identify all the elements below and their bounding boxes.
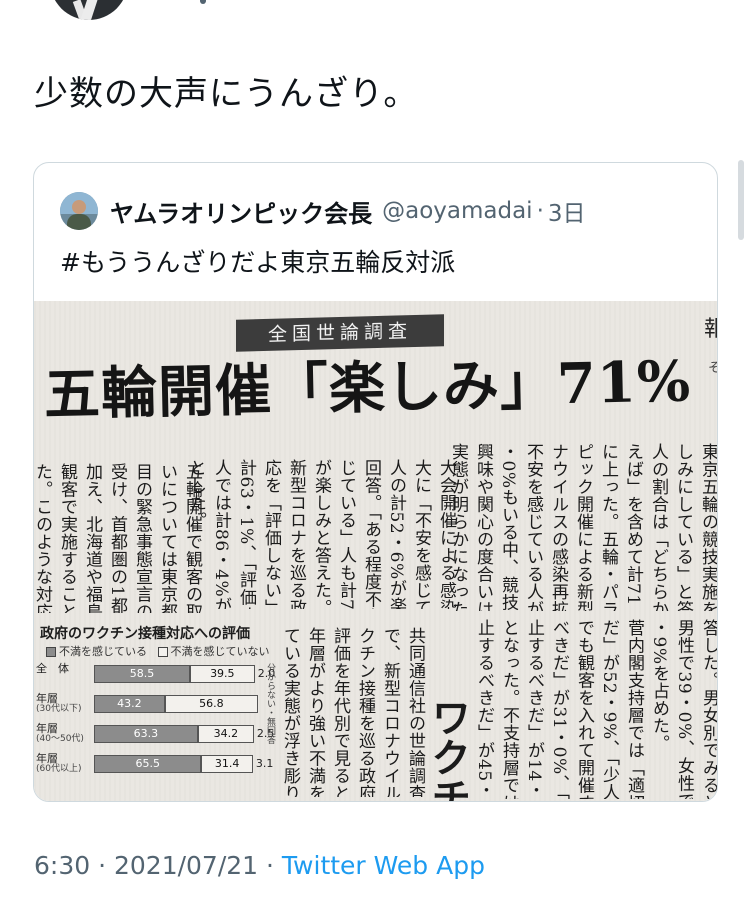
chart-row: 全 体 58.5 39.5 2.0 bbox=[34, 663, 284, 685]
bar-dissatisfied: 43.2 bbox=[94, 695, 165, 713]
article-columns-middle: 大会開催による感染再拡 大に「不安を感じている」 人の計52・6%が楽しみと 回答。「… bbox=[184, 459, 457, 609]
article-columns-bottom-right: 答した。男女別でみると、 男性で39・0%、女性で47 ・9%を占めた。 菅内閣支持層… bbox=[472, 619, 718, 799]
article-column-text: となった。不支持層では「中 bbox=[499, 619, 519, 799]
article-column-text: に上った。五輪・パラリン bbox=[598, 443, 618, 611]
newspaper-headline: 五輪開催「楽しみ」71% bbox=[43, 348, 692, 428]
article-column-text: 東京五輪の競技実施を「楽 bbox=[698, 443, 718, 611]
article-columns-right: 共同通信社の全国電話世論調査で、23日に開幕する東京五輪の競技実施を「楽しみにし… bbox=[446, 443, 718, 611]
bar-not-dissatisfied: 39.5 bbox=[189, 665, 255, 683]
quoted-tweet-header: ヤムラオリンピック会長 @aoyamadai · 3日 bbox=[60, 191, 586, 231]
chart-other-note: 分からない・無回答 bbox=[265, 663, 275, 744]
page-scroll-indicator bbox=[738, 160, 744, 240]
article-column-text: ナウイルスの感染再拡大に bbox=[548, 443, 568, 611]
article-column-text: が楽しみと答えた。 bbox=[311, 459, 331, 609]
article-column-text: えば」を含めて計71・0% bbox=[623, 443, 643, 611]
article-column-text: でも観客を入れて開催する bbox=[574, 619, 594, 799]
article-column-text: 止するべきだ」が14・9% bbox=[524, 619, 544, 799]
article-column-text: 人の計52・6%が楽しみと bbox=[386, 459, 406, 609]
bar-not-dissatisfied: 56.8 bbox=[164, 695, 258, 713]
chart-legend: 不満を感じている 不満を感じていない bbox=[46, 643, 270, 659]
metadata-separator: · bbox=[258, 851, 282, 880]
article-column-text: ・0%もいる中、競技への bbox=[498, 443, 518, 611]
chart-title: 政府のワクチン接種対応への評価 bbox=[40, 626, 250, 642]
article-column-text: 観客で実施することになっ bbox=[57, 463, 77, 613]
chart-row: 年層 (30代以下) 43.2 56.8 bbox=[34, 693, 284, 715]
article-column-text: 加え、北海道や福島県も無 bbox=[82, 463, 102, 613]
article-column-text: 興味や関心の度合いは高い bbox=[473, 443, 493, 611]
article-columns-left: 五輪開催で観客の取り扱 いについては東京都で4度 目の緊急事態宣言の発令を 受け、首都… bbox=[34, 463, 203, 613]
chart-row-label: 全 体 bbox=[36, 662, 69, 675]
tweet-text: 少数の大声にうんざり。 bbox=[34, 74, 419, 114]
avatar-collar bbox=[72, 0, 88, 20]
article-column-text: ピック開催による新型コロ bbox=[573, 443, 593, 611]
article-column-text: 受け、首都圏の1都3県に bbox=[107, 463, 127, 613]
legend-swatch-not-dissatisfied bbox=[157, 647, 168, 657]
quoted-tweet-time[interactable]: 3日 bbox=[548, 194, 586, 228]
legend-swatch-dissatisfied bbox=[46, 647, 56, 657]
newspaper-clipping-image[interactable]: 全国世論調査 五輪開催「楽しみ」71% 報 そ 共同通信社の全国電話世論調査で、… bbox=[34, 301, 718, 802]
article-column-text: いについては東京都で4度 bbox=[157, 463, 177, 613]
author-avatar[interactable] bbox=[50, 0, 128, 20]
article-column-text: 止するべきだ」が45・6% bbox=[474, 619, 494, 799]
header-separator: · bbox=[536, 198, 544, 224]
article-column-text: 新型コロナを巡る政府対 bbox=[286, 459, 306, 609]
quoted-tweet-text[interactable]: #もううんざりだよ東京五輪反対派 bbox=[60, 245, 455, 281]
article-column-text: クチン接種を巡る政府への bbox=[355, 627, 375, 797]
tweet-timestamp[interactable]: 6:30 · 2021/07/21 bbox=[34, 851, 258, 880]
article-column-text: 評価を年代別で見ると、高 bbox=[330, 627, 350, 797]
article-column-text: た。このような対応に関し、 bbox=[34, 463, 52, 613]
bar-other-value: 3.1 bbox=[255, 757, 274, 770]
author-name-fragment bbox=[200, 0, 206, 4]
chart-row: 年層 (40～50代) 63.3 34.2 2.5 bbox=[34, 723, 284, 745]
avatar-body bbox=[67, 214, 91, 230]
tweet-client-link[interactable]: Twitter Web App bbox=[282, 851, 485, 880]
bar-dissatisfied: 58.5 bbox=[94, 665, 190, 683]
quoted-author-avatar[interactable] bbox=[60, 192, 98, 230]
chart-row-sublabel: (30代以下) bbox=[36, 704, 82, 714]
chart-row-label: 年層 bbox=[36, 722, 58, 735]
legend-label-not-dissatisfied: 不満を感じていない bbox=[170, 645, 270, 658]
article-columns-bottom-middle: 共同通信社の世論調査 で、新型コロナウイルスワ クチン接種を巡る政府への 評価を年代別… bbox=[278, 627, 426, 797]
article-column-text: 五輪開催で観客の取り扱 bbox=[182, 463, 202, 613]
quoted-author-name[interactable]: ヤムラオリンピック会長 bbox=[110, 194, 372, 229]
article-column-text: ・9%を占めた。 bbox=[649, 619, 669, 752]
tweet-metadata: 6:30 · 2021/07/21 · Twitter Web App bbox=[34, 848, 485, 884]
chart-row: 年層 (60代以上) 65.5 31.4 3.1 bbox=[34, 753, 284, 775]
article-column-text: 人では計86・4%が楽しみ bbox=[211, 459, 231, 609]
article-column-text: 答した。男女別でみると、 bbox=[699, 619, 718, 799]
article-column-text: 計63・1%、「評価する」 bbox=[236, 459, 256, 609]
legend-label-dissatisfied: 不満を感じている bbox=[59, 645, 147, 658]
bar-not-dissatisfied: 34.2 bbox=[197, 725, 254, 743]
bar-not-dissatisfied: 31.4 bbox=[201, 755, 253, 773]
bar-dissatisfied: 65.5 bbox=[94, 755, 202, 773]
quoted-tweet-card[interactable]: ヤムラオリンピック会長 @aoyamadai · 3日 #もううんざりだよ東京五… bbox=[33, 162, 718, 802]
vaccine-section-heading: ワクチ bbox=[424, 697, 471, 802]
bar-dissatisfied: 63.3 bbox=[94, 725, 198, 743]
avatar-head bbox=[72, 200, 86, 214]
article-column-text: 大に「不安を感じている」 bbox=[411, 459, 431, 609]
article-column-text: 人の割合は「どちらかとい bbox=[648, 443, 668, 611]
article-column-text: 年層がより強い不満を抱え bbox=[305, 627, 325, 797]
newspaper-banner: 全国世論調査 bbox=[236, 314, 444, 352]
article-column-text: 応を「評価しない」人でも bbox=[261, 459, 281, 609]
article-column-text: 男性で39・0%、女性で47 bbox=[674, 619, 694, 799]
vaccine-evaluation-chart: 全 体 58.5 39.5 2.0 年層 (30代以下) 43.2 56.8 年層 (40～50代… bbox=[34, 663, 284, 793]
article-column-text: べきだ」が31・0%、「中 bbox=[549, 619, 569, 799]
article-column-text: で、新型コロナウイルスワ bbox=[380, 627, 400, 797]
quoted-author-handle[interactable]: @aoyamadai bbox=[382, 198, 532, 224]
article-column-text: 回答。「ある程度不安を感 bbox=[361, 459, 381, 609]
adjacent-column-small-glyph: そ bbox=[708, 357, 717, 376]
article-column-text: しみにしている」と答えた bbox=[673, 443, 693, 611]
article-column-text: じている」人も計78・8% bbox=[336, 459, 356, 609]
article-column-text: 大会開催による感染再拡 bbox=[436, 459, 456, 609]
article-column-text: 菅内閣支持層では「適切 bbox=[624, 619, 644, 799]
article-column-text: 目の緊急事態宣言の発令を bbox=[132, 463, 152, 613]
chart-row-label: 年層 bbox=[36, 692, 58, 705]
chart-row-label: 年層 bbox=[36, 752, 58, 765]
article-column-text: だ」が52・9%、「少人数 bbox=[599, 619, 619, 799]
chart-row-sublabel: (40～50代) bbox=[36, 734, 84, 744]
article-column-text: 不安を感じている人が計87 bbox=[523, 443, 543, 611]
adjacent-column-glyph: 報 bbox=[704, 311, 717, 343]
chart-row-sublabel: (60代以上) bbox=[36, 764, 82, 774]
